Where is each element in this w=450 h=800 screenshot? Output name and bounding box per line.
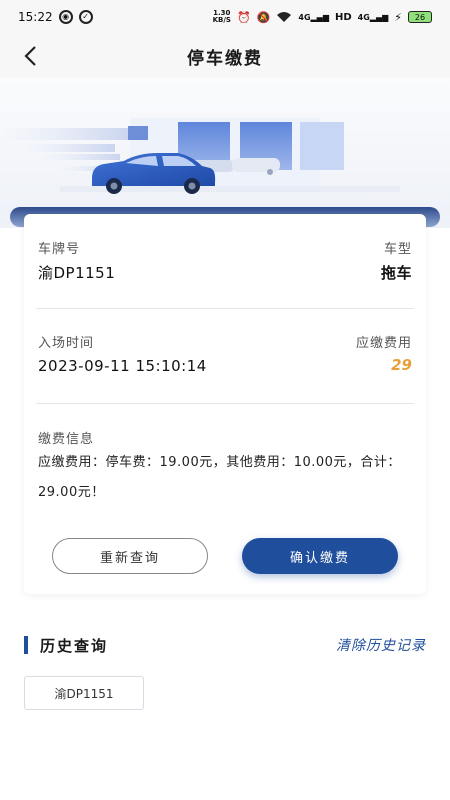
battery-level: 26 xyxy=(414,12,426,22)
alarm-icon: ⏰ xyxy=(236,10,251,24)
entry-row: 入场时间 应缴费用 xyxy=(38,332,412,351)
page-title: 停车缴费 xyxy=(187,48,263,69)
signal-1-label: 4G xyxy=(298,12,311,22)
signal-icon-1: 4G ▂▄▆ xyxy=(298,12,329,22)
charging-icon: ⚡ xyxy=(394,10,402,24)
status-bar: 15:22 ◉ ✓ 1.30 KB/S ⏰ 🔕 4G ▂▄▆ HD 4G ▂▄▆ ⚡… xyxy=(0,0,450,34)
entry-value-row: 2023-09-11 15:10:14 29 xyxy=(38,356,412,375)
payment-info-label: 缴费信息 xyxy=(38,432,95,447)
payment-info-row: 应缴费用：停车费：19.00元，其他费用：10.00元，合计：29.00元！ xyxy=(38,448,412,508)
fee-label: 应缴费用 xyxy=(355,336,412,351)
entry-time-label: 入场时间 xyxy=(38,336,95,351)
vehicle-type-label: 车型 xyxy=(383,242,412,257)
wifi-icon xyxy=(276,11,292,23)
plate-value: 渝DP1151 xyxy=(38,264,116,282)
history-title: 历史查询 xyxy=(40,636,109,655)
battery-icon: 26 xyxy=(408,11,432,23)
fee-value: 29 xyxy=(391,356,412,374)
net-speed-unit: KB/S xyxy=(212,16,231,24)
plate-row: 车牌号 车型 xyxy=(38,238,412,257)
back-button[interactable] xyxy=(16,42,44,70)
status-right: 1.30 KB/S ⏰ 🔕 4G ▂▄▆ HD 4G ▂▄▆ ⚡ 26 xyxy=(213,10,432,24)
payment-info-text: 应缴费用：停车费：19.00元，其他费用：10.00元，合计：29.00元！ xyxy=(38,455,401,500)
history-item[interactable]: 渝DP1151 xyxy=(24,676,144,710)
net-speed: 1.30 KB/S xyxy=(213,10,231,24)
plate-value-row: 渝DP1151 拖车 xyxy=(38,262,412,283)
divider xyxy=(36,403,414,404)
history-title-group: 历史查询 xyxy=(24,635,108,656)
requery-button[interactable]: 重新查询 xyxy=(52,538,208,574)
car-illustration xyxy=(0,118,400,194)
vehicle-type-value: 拖车 xyxy=(380,264,412,282)
signal-2-label: 4G xyxy=(357,12,370,22)
nav-bar: 停车缴费 xyxy=(0,34,450,78)
status-time: 15:22 xyxy=(18,10,53,24)
history-accent-bar xyxy=(24,636,28,654)
check-icon: ✓ xyxy=(78,10,93,24)
mute-icon: 🔕 xyxy=(256,10,271,24)
plate-label: 车牌号 xyxy=(38,242,81,257)
parking-hero-illustration xyxy=(0,78,450,228)
signal-icon-2: 4G ▂▄▆ xyxy=(357,12,389,22)
divider xyxy=(36,308,414,309)
clear-history-link[interactable]: 清除历史记录 xyxy=(336,635,426,655)
notification-app-icon: ◉ xyxy=(58,10,73,24)
parking-fee-card: 车牌号 车型 渝DP1151 拖车 入场时间 应缴费用 2023-09-11 1… xyxy=(24,214,426,594)
confirm-payment-button[interactable]: 确认缴费 xyxy=(242,538,398,574)
back-arrow-icon xyxy=(24,46,36,66)
payment-info-label-row: 缴费信息 xyxy=(38,428,412,447)
history-header: 历史查询 清除历史记录 xyxy=(24,632,426,658)
hd-icon: HD xyxy=(334,11,352,23)
entry-time-value: 2023-09-11 15:10:14 xyxy=(38,357,207,375)
status-left: 15:22 ◉ ✓ xyxy=(18,10,93,24)
